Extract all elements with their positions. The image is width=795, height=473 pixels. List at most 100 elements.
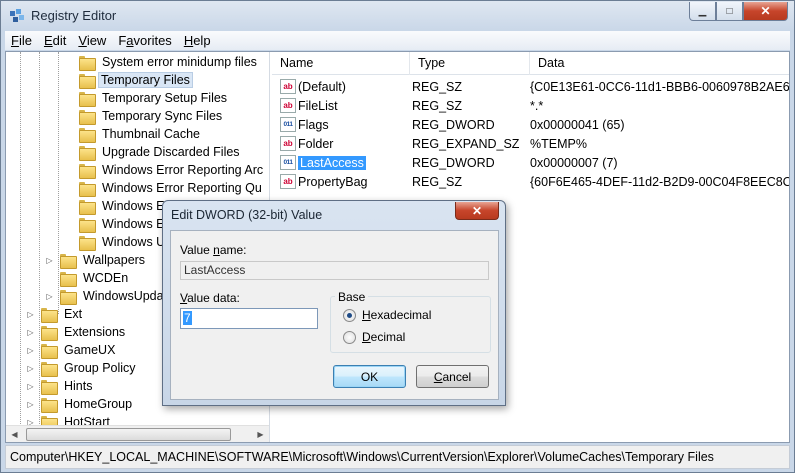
tree-item[interactable]: ▷ Group Policy xyxy=(26,359,140,377)
menu-bar: File Edit View Favorites Help xyxy=(5,31,790,50)
folder-icon xyxy=(79,127,96,143)
radio-unchecked-icon[interactable] xyxy=(343,330,356,344)
value-data-text: 7 xyxy=(183,311,192,325)
column-header-type[interactable]: Type xyxy=(410,52,530,75)
tree-item-label: HomeGroup xyxy=(64,397,133,411)
tree-item-label: Extensions xyxy=(64,325,126,339)
tree-item[interactable]: ▷ GameUX xyxy=(26,341,119,359)
value-type: REG_EXPAND_SZ xyxy=(412,136,520,151)
column-header-data[interactable]: Data xyxy=(530,52,789,75)
window-title: Registry Editor xyxy=(31,8,117,23)
value-row[interactable]: ab FileList REG_SZ *.* xyxy=(272,96,543,115)
expand-arrow-icon xyxy=(64,148,73,157)
folder-icon xyxy=(41,343,58,359)
ok-button[interactable]: OK xyxy=(333,365,406,388)
hexadecimal-radio[interactable]: Hexadecimal xyxy=(343,308,431,322)
tree-item[interactable]: Windows Error Reporting Arc xyxy=(64,161,267,179)
expand-arrow-icon[interactable]: ▷ xyxy=(45,256,54,265)
value-data: 0x00000041 (65) xyxy=(530,117,625,132)
tree-item[interactable]: ▷ HomeGroup xyxy=(26,395,136,413)
value-name: PropertyBag xyxy=(298,174,368,189)
tree-item[interactable]: ▷ Ext xyxy=(26,305,86,323)
cancel-button[interactable]: Cancel xyxy=(416,365,489,388)
value-data: {60F6E465-4DEF-11d2-B2D9-00C04F8EEC8C} xyxy=(530,174,789,189)
decimal-label: Decimal xyxy=(362,330,406,344)
value-name: Flags xyxy=(298,117,329,132)
close-button[interactable]: ✕ xyxy=(743,2,788,21)
maximize-icon: □ xyxy=(726,5,733,17)
tree-item[interactable]: Windows Error Reporting Qu xyxy=(64,179,266,197)
value-data-input[interactable]: 7 xyxy=(180,308,318,329)
binary-value-icon: 011 xyxy=(280,117,296,132)
expand-arrow-icon[interactable]: ▷ xyxy=(26,346,35,355)
tree-item[interactable]: ▷ Hints xyxy=(26,377,96,395)
title-bar[interactable]: Registry Editor ▁ □ ✕ xyxy=(1,1,794,31)
expand-arrow-icon xyxy=(64,238,73,247)
tree-item-label: Ext xyxy=(64,307,83,321)
close-icon: ✕ xyxy=(471,203,483,218)
value-row[interactable]: ab PropertyBag REG_SZ {60F6E465-4DEF-11d2-B… xyxy=(272,172,789,191)
expand-arrow-icon xyxy=(64,184,73,193)
expand-arrow-icon xyxy=(64,94,73,103)
tree-guide-line xyxy=(20,52,21,432)
value-name: (Default) xyxy=(298,79,346,94)
menu-item[interactable]: File xyxy=(5,33,38,48)
base-groupbox xyxy=(330,296,491,353)
expand-arrow-icon[interactable]: ▷ xyxy=(45,292,54,301)
tree-item-label: WCDEn xyxy=(83,271,129,285)
folder-icon xyxy=(79,217,96,233)
dialog-close-button[interactable]: ✕ xyxy=(455,202,499,220)
tree-item-label: Group Policy xyxy=(64,361,136,375)
minimize-button[interactable]: ▁ xyxy=(689,2,716,21)
scroll-left-icon[interactable]: ◀ xyxy=(6,426,23,442)
menu-item[interactable]: Favorites xyxy=(112,33,177,48)
value-type: REG_DWORD xyxy=(412,155,495,170)
value-row[interactable]: ab (Default) REG_SZ {C0E13E61-0CC6-11d1-BBB… xyxy=(272,77,789,96)
expand-arrow-icon[interactable]: ▷ xyxy=(26,382,35,391)
value-name: FileList xyxy=(298,98,338,113)
tree-item[interactable]: Temporary Files xyxy=(64,71,193,89)
folder-icon xyxy=(79,55,96,71)
value-row[interactable]: 011 Flags REG_DWORD 0x00000041 (65) xyxy=(272,115,625,134)
scroll-right-icon[interactable]: ▶ xyxy=(252,426,269,442)
tree-item[interactable]: ▷ Wallpapers xyxy=(45,251,149,269)
folder-icon xyxy=(79,91,96,107)
value-data-label: Value data: xyxy=(180,291,240,305)
folder-icon xyxy=(41,397,58,413)
value-type: REG_SZ xyxy=(412,98,463,113)
tree-item[interactable]: WCDEn xyxy=(45,269,132,287)
expand-arrow-icon[interactable]: ▷ xyxy=(26,400,35,409)
tree-item[interactable]: System error minidump files xyxy=(64,53,261,71)
tree-item[interactable]: Thumbnail Cache xyxy=(64,125,204,143)
value-row[interactable]: ab Folder REG_EXPAND_SZ %TEMP% xyxy=(272,134,587,153)
expand-arrow-icon[interactable]: ▷ xyxy=(26,328,35,337)
tree-item[interactable]: ▷ WindowsUpdate xyxy=(45,287,178,305)
folder-icon xyxy=(60,289,77,305)
tree-item[interactable]: Temporary Sync Files xyxy=(64,107,226,125)
tree-item[interactable]: Temporary Setup Files xyxy=(64,89,231,107)
expand-arrow-icon[interactable]: ▷ xyxy=(26,364,35,373)
folder-icon xyxy=(60,253,77,269)
tree-item[interactable]: Upgrade Discarded Files xyxy=(64,143,244,161)
menu-item[interactable]: Help xyxy=(178,33,217,48)
scrollbar-thumb[interactable] xyxy=(26,428,231,441)
radio-checked-icon[interactable] xyxy=(343,308,356,322)
tree-item-label: Temporary Files xyxy=(98,72,193,88)
folder-icon xyxy=(60,271,77,287)
tree-item[interactable]: ▷ Extensions xyxy=(26,323,129,341)
registry-editor-icon xyxy=(10,9,24,22)
menu-item[interactable]: Edit xyxy=(38,33,72,48)
expand-arrow-icon[interactable]: ▷ xyxy=(26,310,35,319)
expand-arrow-icon xyxy=(64,130,73,139)
menu-item[interactable]: View xyxy=(72,33,112,48)
tree-horizontal-scrollbar[interactable]: ◀ ▶ xyxy=(6,425,269,442)
decimal-radio[interactable]: Decimal xyxy=(343,330,405,344)
tree-item-label: Thumbnail Cache xyxy=(102,127,200,141)
folder-icon xyxy=(79,235,96,251)
value-row[interactable]: 011 LastAccess REG_DWORD 0x00000007 (7) xyxy=(272,153,618,172)
column-header-name[interactable]: Name xyxy=(272,52,410,75)
minimize-icon: ▁ xyxy=(698,5,707,17)
maximize-button[interactable]: □ xyxy=(716,2,743,21)
folder-icon xyxy=(79,199,96,215)
value-name: LastAccess xyxy=(298,155,366,170)
